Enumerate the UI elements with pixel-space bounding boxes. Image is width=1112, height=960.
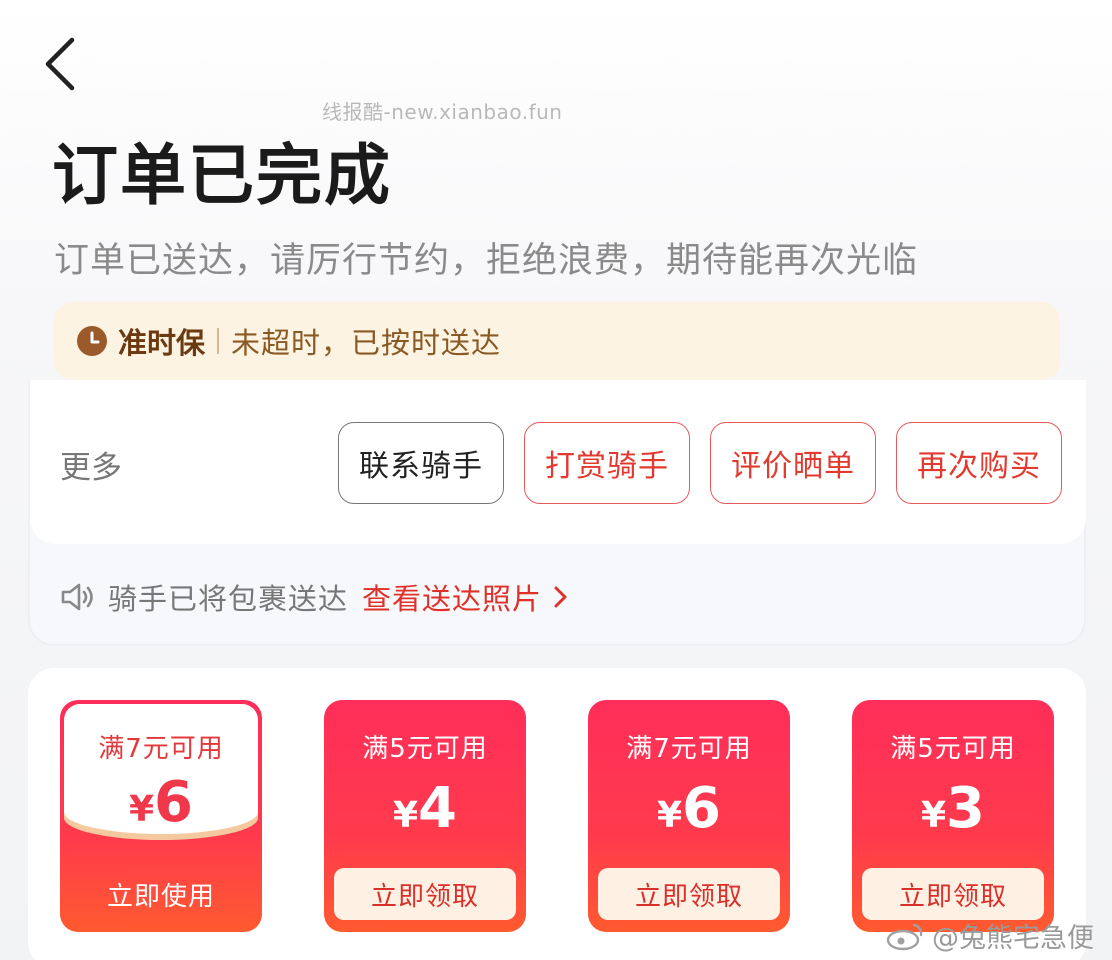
order-subtitle: 订单已送达，请厉行节约，拒绝浪费，期待能再次光临 — [54, 241, 919, 281]
ontime-guarantee-bar: 准时保 未超时，已按时送达 — [54, 302, 1060, 380]
coupon-condition: 满7元可用 — [626, 734, 752, 764]
review-button[interactable]: 评价晒单 — [710, 422, 876, 504]
rider-notice-text: 骑手已将包裹送达 — [108, 582, 349, 616]
coupon-card[interactable]: 满5元可用 ¥3 立即领取 — [852, 700, 1054, 932]
coupon-currency: ¥ — [656, 795, 683, 836]
contact-rider-button[interactable]: 联系骑手 — [338, 422, 504, 504]
claim-coupon-button[interactable]: 立即领取 — [334, 868, 516, 920]
reorder-button[interactable]: 再次购买 — [896, 422, 1062, 504]
coupon-value: 6 — [682, 776, 722, 841]
action-row: 更多 联系骑手 打赏骑手 评价晒单 再次购买 — [30, 380, 1086, 544]
coupon-amount: ¥6 — [588, 776, 790, 841]
coupon-condition: 满5元可用 — [890, 734, 1016, 764]
coupon-value: 6 — [154, 770, 194, 835]
ontime-text: 未超时，已按时送达 — [231, 326, 502, 360]
coupon-currency: ¥ — [128, 789, 155, 830]
coupon-card[interactable]: 满5元可用 ¥4 立即领取 — [324, 700, 526, 932]
claim-coupon-button[interactable]: 立即领取 — [862, 868, 1044, 920]
speaker-icon — [61, 583, 93, 611]
use-coupon-button[interactable]: 立即使用 — [60, 876, 262, 913]
coupon-card[interactable]: 满7元可用 ¥6 立即领取 — [588, 700, 790, 932]
coupon-condition: 满7元可用 — [98, 734, 224, 764]
back-arrow-icon[interactable] — [40, 36, 84, 92]
watermark-text: 线报酷-new.xianbao.fun — [322, 100, 563, 124]
order-action-card: 更多 联系骑手 打赏骑手 评价晒单 再次购买 骑手已将包裹送达 查看送达照片 — [28, 380, 1086, 646]
weibo-icon — [886, 923, 923, 950]
claim-coupon-button[interactable]: 立即领取 — [598, 868, 780, 920]
coupon-value: 4 — [418, 776, 458, 841]
tip-rider-button[interactable]: 打赏骑手 — [524, 422, 690, 504]
view-delivery-photo-label: 查看送达照片 — [362, 582, 543, 616]
coupon-condition: 满5元可用 — [362, 734, 488, 764]
weibo-watermark-text: @兔熊宅急便 — [932, 923, 1094, 954]
coupon-amount: ¥3 — [852, 776, 1054, 841]
coupon-currency: ¥ — [920, 795, 947, 836]
view-delivery-photo-link[interactable]: 查看送达照片 — [362, 576, 570, 618]
coupon-amount: ¥4 — [324, 776, 526, 841]
page-title: 订单已完成 — [52, 137, 392, 214]
coupon-amount: ¥6 — [60, 770, 262, 835]
coupon-value: 3 — [946, 776, 986, 841]
rider-notice: 骑手已将包裹送达 查看送达照片 — [60, 576, 570, 618]
clock-icon — [77, 326, 107, 356]
ontime-label: 准时保 — [118, 326, 206, 360]
chevron-right-icon — [554, 586, 567, 608]
coupon-card[interactable]: 满7元可用 ¥6 立即使用 — [60, 700, 262, 932]
more-button[interactable]: 更多 — [60, 442, 122, 487]
weibo-watermark: @兔熊宅急便 — [886, 916, 1094, 955]
coupon-currency: ¥ — [392, 795, 419, 836]
ontime-divider — [217, 328, 220, 354]
